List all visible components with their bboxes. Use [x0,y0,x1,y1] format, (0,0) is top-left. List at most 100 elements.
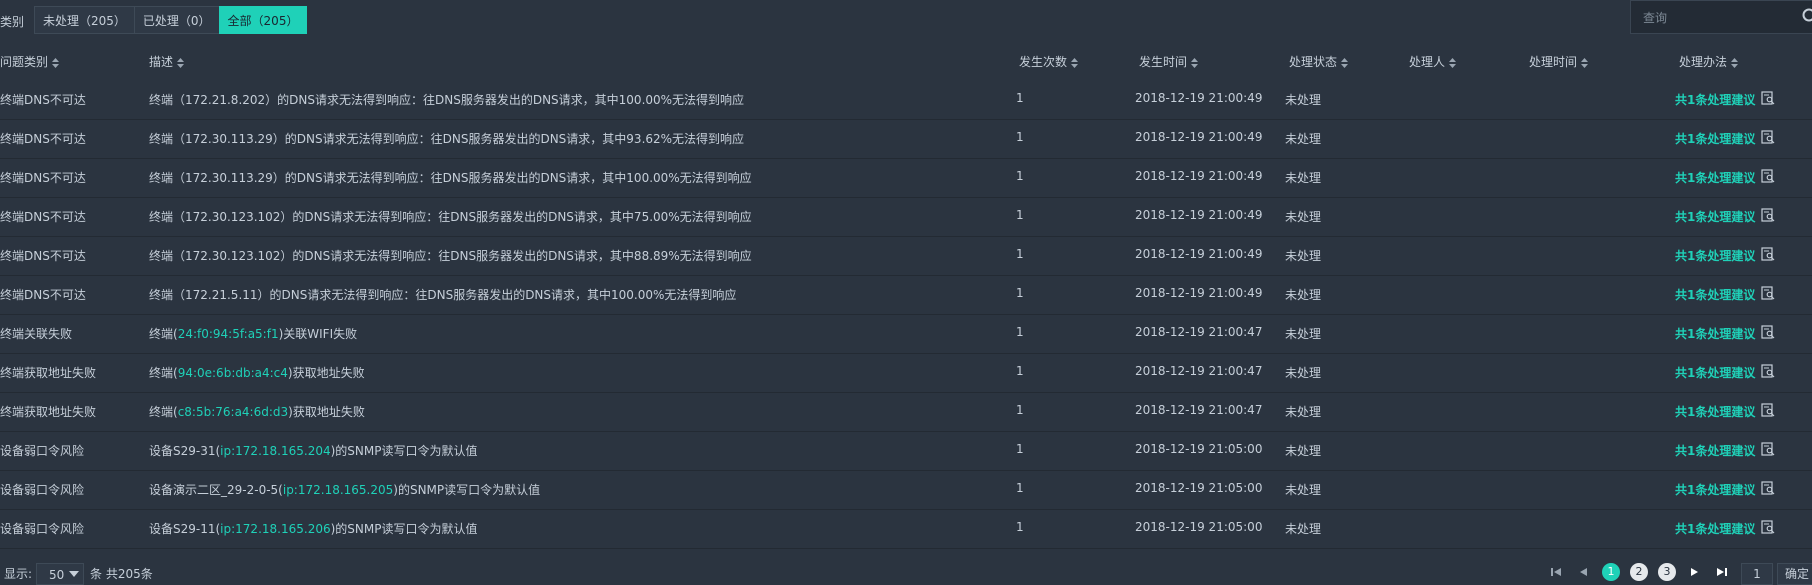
column-header-count[interactable]: 发生次数 [1019,53,1078,70]
description-text: )获取地址失败 [288,366,365,380]
description-text: 终端（172.21.5.11）的DNS请求无法得到响应：往DNS服务器发出的DN… [149,288,736,302]
advice-link[interactable]: 共1条处理建议 [1675,286,1755,303]
highlighted-address: c8:5b:76:a4:6d:d3 [178,405,288,419]
handle-status: 未处理 [1285,208,1321,225]
occurrence-count: 1 [1016,169,1024,183]
handle-status: 未处理 [1285,403,1321,420]
column-header-handle-time[interactable]: 处理时间 [1529,53,1588,70]
next-page-icon[interactable] [1686,564,1702,580]
document-search-icon[interactable] [1761,286,1775,300]
page-2-button[interactable]: 2 [1630,563,1648,581]
first-page-icon[interactable] [1548,564,1564,580]
table-row: 终端获取地址失败终端(c8:5b:76:a4:6d:d3)获取地址失败12018… [0,392,1812,432]
occurrence-time: 2018-12-19 21:00:49 [1135,130,1262,144]
advice-link[interactable]: 共1条处理建议 [1675,91,1755,108]
issue-type: 终端DNS不可达 [0,286,86,303]
document-search-icon[interactable] [1761,130,1775,144]
document-search-icon[interactable] [1761,325,1775,339]
document-search-icon[interactable] [1761,364,1775,378]
description-text: 终端( [149,366,178,380]
filter-processed-button[interactable]: 已处理（0） [134,6,220,34]
category-label: 类别 [0,13,24,30]
handle-status: 未处理 [1285,130,1321,147]
occurrence-time: 2018-12-19 21:05:00 [1135,481,1262,495]
issue-description: 设备演示二区_29-2-0-5(ip:172.18.165.205)的SNMP读… [149,481,540,498]
column-header-method[interactable]: 处理办法 [1679,53,1738,70]
document-search-icon[interactable] [1761,247,1775,261]
issue-description: 终端（172.30.123.102）的DNS请求无法得到响应：往DNS服务器发出… [149,208,752,225]
prev-page-icon[interactable] [1576,564,1592,580]
sort-icon [1581,58,1588,68]
highlighted-address: ip:172.18.165.206 [220,522,330,536]
table-row: 设备弱口令风险设备S29-11(ip:172.18.165.206)的SNMP读… [0,509,1812,549]
occurrence-time: 2018-12-19 21:00:47 [1135,364,1262,378]
advice-link[interactable]: 共1条处理建议 [1675,442,1755,459]
table-row: 终端DNS不可达终端（172.30.113.29）的DNS请求无法得到响应：往D… [0,119,1812,159]
advice-link[interactable]: 共1条处理建议 [1675,481,1755,498]
goto-page-input[interactable] [1741,563,1773,585]
highlighted-address: 94:0e:6b:db:a4:c4 [178,366,288,380]
occurrence-count: 1 [1016,286,1024,300]
filter-all-button[interactable]: 全部（205） [219,6,308,34]
advice-link[interactable]: 共1条处理建议 [1675,520,1755,537]
issue-description: 终端(c8:5b:76:a4:6d:d3)获取地址失败 [149,403,365,420]
advice-link[interactable]: 共1条处理建议 [1675,130,1755,147]
issue-type: 设备弱口令风险 [0,481,84,498]
occurrence-count: 1 [1016,364,1024,378]
issue-description: 设备S29-11(ip:172.18.165.206)的SNMP读写口令为默认值 [149,520,477,537]
occurrence-count: 1 [1016,247,1024,261]
description-text: 设备S29-31( [149,444,220,458]
highlighted-address: ip:172.18.165.204 [220,444,330,458]
document-search-icon[interactable] [1761,91,1775,105]
column-header-type[interactable]: 问题类别 [0,53,59,70]
handle-status: 未处理 [1285,247,1321,264]
page-size-select[interactable]: 50 [36,563,84,585]
table-row: 终端DNS不可达终端（172.30.113.29）的DNS请求无法得到响应：往D… [0,158,1812,198]
column-header-status[interactable]: 处理状态 [1289,53,1348,70]
issue-type: 终端DNS不可达 [0,247,86,264]
sort-icon [1449,58,1456,68]
description-text: 终端（172.30.123.102）的DNS请求无法得到响应：往DNS服务器发出… [149,210,752,224]
advice-link[interactable]: 共1条处理建议 [1675,169,1755,186]
document-search-icon[interactable] [1761,520,1775,534]
handle-status: 未处理 [1285,442,1321,459]
column-header-time[interactable]: 发生时间 [1139,53,1198,70]
search-box [1630,0,1812,34]
advice-link[interactable]: 共1条处理建议 [1675,403,1755,420]
advice-link[interactable]: 共1条处理建议 [1675,208,1755,225]
search-icon[interactable] [1801,7,1812,27]
document-search-icon[interactable] [1761,208,1775,222]
description-text: 设备演示二区_29-2-0-5( [149,483,283,497]
occurrence-time: 2018-12-19 21:00:49 [1135,91,1262,105]
page-3-button[interactable]: 3 [1658,563,1676,581]
handle-status: 未处理 [1285,286,1321,303]
description-text: 终端（172.21.8.202）的DNS请求无法得到响应：往DNS服务器发出的D… [149,93,744,107]
occurrence-count: 1 [1016,481,1024,495]
table-row: 终端DNS不可达终端（172.21.8.202）的DNS请求无法得到响应：往DN… [0,80,1812,120]
description-text: 终端（172.30.113.29）的DNS请求无法得到响应：往DNS服务器发出的… [149,132,744,146]
issue-description: 终端（172.21.8.202）的DNS请求无法得到响应：往DNS服务器发出的D… [149,91,744,108]
handle-status: 未处理 [1285,520,1321,537]
advice-link[interactable]: 共1条处理建议 [1675,325,1755,342]
confirm-button[interactable]: 确定 [1777,563,1812,585]
search-input[interactable] [1641,7,1785,29]
table-row: 终端关联失败终端(24:f0:94:5f:a5:f1)关联WIFI失败12018… [0,314,1812,354]
page-1-button[interactable]: 1 [1602,563,1620,581]
advice-link[interactable]: 共1条处理建议 [1675,247,1755,264]
document-search-icon[interactable] [1761,481,1775,495]
document-search-icon[interactable] [1761,442,1775,456]
column-header-handler[interactable]: 处理人 [1409,53,1456,70]
occurrence-count: 1 [1016,442,1024,456]
issue-description: 终端(94:0e:6b:db:a4:c4)获取地址失败 [149,364,365,381]
occurrence-time: 2018-12-19 21:00:47 [1135,325,1262,339]
filter-unprocessed-button[interactable]: 未处理（205） [34,6,135,34]
advice-link[interactable]: 共1条处理建议 [1675,364,1755,381]
sort-icon [1071,58,1078,68]
document-search-icon[interactable] [1761,169,1775,183]
last-page-icon[interactable] [1714,564,1730,580]
document-search-icon[interactable] [1761,403,1775,417]
column-header-desc[interactable]: 描述 [149,53,184,70]
handle-status: 未处理 [1285,325,1321,342]
occurrence-time: 2018-12-19 21:05:00 [1135,520,1262,534]
status-filter-group: 未处理（205） 已处理（0） 全部（205） [34,6,306,34]
